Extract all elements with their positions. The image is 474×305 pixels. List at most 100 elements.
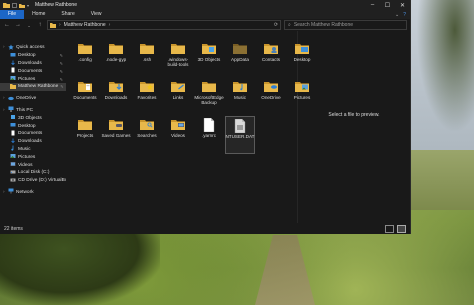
file-item[interactable]: .windows-build-tools	[163, 40, 193, 76]
file-item[interactable]: Saved Games	[101, 116, 131, 152]
nav-item[interactable]: Downloads	[0, 138, 66, 146]
file-item-label: Contacts	[261, 57, 281, 62]
nav-item[interactable]: Documents	[0, 130, 66, 138]
minimize-icon[interactable]: –	[365, 0, 380, 10]
file-explorer-window: ▾ Matthew Rathbone – ☐ ✕ File Home Share…	[0, 0, 411, 234]
back-icon[interactable]: ←	[3, 21, 11, 29]
maximize-icon[interactable]: ☐	[380, 0, 395, 10]
nav-item-label: Downloads	[18, 139, 42, 145]
wallpaper-tree	[0, 225, 160, 305]
file-item[interactable]: AppData	[225, 40, 255, 76]
file-item[interactable]: Searches	[132, 116, 162, 152]
nav-item-label: Music	[18, 146, 31, 152]
file-item-label: Saved Games	[101, 133, 131, 138]
nav-item[interactable]: › Quick access	[0, 44, 66, 52]
pictures-folder-icon	[10, 75, 16, 83]
contacts-folder-icon	[263, 42, 279, 55]
file-item[interactable]: .node-gyp	[101, 40, 131, 76]
nav-item[interactable]: 3D Objects	[0, 114, 66, 122]
file-item[interactable]: .ssh	[132, 40, 162, 76]
quick-access-toolbar: ▾	[3, 2, 29, 8]
file-item[interactable]: OneDrive	[256, 78, 286, 114]
status-bar: 22 items	[0, 223, 410, 234]
file-item[interactable]: MicrosoftEdgeBackup	[194, 78, 224, 114]
chevron-right-icon[interactable]: ›	[3, 190, 6, 195]
large-icons-view-icon[interactable]	[397, 224, 406, 233]
nav-item[interactable]: Desktop ✎	[0, 52, 66, 60]
tab-view[interactable]: View	[83, 10, 110, 19]
drive-icon	[10, 169, 16, 177]
tab-home[interactable]: Home	[24, 10, 53, 19]
file-item[interactable]: Contacts	[256, 40, 286, 76]
properties-icon[interactable]	[12, 2, 17, 8]
file-item-label: Videos	[171, 133, 185, 138]
nav-item[interactable]: Documents ✎	[0, 67, 66, 75]
chevron-right-icon[interactable]: ›	[3, 108, 6, 113]
customize-toolbar-icon[interactable]: ▾	[27, 3, 29, 8]
up-icon[interactable]: ↑	[36, 21, 44, 29]
breadcrumb-item[interactable]: Matthew Rathbone	[64, 22, 106, 28]
file-item[interactable]: Music	[225, 78, 255, 114]
desktop-folder-icon	[10, 52, 16, 60]
user-folder-icon	[10, 83, 16, 91]
chevron-right-icon[interactable]: ›	[3, 45, 6, 50]
nav-item-label: OneDrive	[16, 96, 37, 102]
nav-item[interactable]: › Network	[0, 188, 66, 197]
help-icon[interactable]: ?	[403, 12, 406, 18]
file-item[interactable]: .yarnrc	[194, 116, 224, 152]
nav-item-label: Quick access	[16, 45, 45, 51]
search-box[interactable]: ⌕ Search Matthew Rathbone	[284, 20, 407, 30]
address-row: ← → ⌄ ↑ › Matthew Rathbone › ⟳ ⌕ Search …	[0, 19, 410, 31]
details-view-icon[interactable]	[385, 224, 394, 233]
forward-icon[interactable]: →	[14, 21, 22, 29]
window-controls: – ☐ ✕	[365, 0, 410, 10]
file-item[interactable]: Documents	[70, 78, 100, 114]
searches-folder-icon	[139, 118, 155, 131]
file-item-label: Desktop	[293, 57, 311, 62]
nav-item[interactable]: Downloads ✎	[0, 60, 66, 68]
nav-item[interactable]: › This PC	[0, 106, 66, 115]
file-item[interactable]: Downloads	[101, 78, 131, 114]
nav-item[interactable]: Videos	[0, 161, 66, 169]
file-item[interactable]: .config	[70, 40, 100, 76]
grid-spacer	[318, 78, 348, 114]
nav-item[interactable]: › OneDrive	[0, 95, 66, 103]
videos-folder-icon	[170, 118, 186, 131]
nav-item[interactable]: Matthew Rathbone ✎	[0, 82, 66, 91]
chevron-right-icon[interactable]: ›	[3, 96, 6, 101]
cd-drive-icon	[10, 177, 16, 185]
window-title: Matthew Rathbone	[35, 2, 77, 8]
address-bar[interactable]: › Matthew Rathbone › ⟳	[47, 20, 281, 30]
folder-icon	[170, 42, 186, 55]
nav-item-label: Downloads	[18, 60, 42, 66]
file-item[interactable]: 3D Objects	[194, 40, 224, 76]
file-item[interactable]: Videos	[163, 116, 193, 152]
recent-locations-icon[interactable]: ⌄	[25, 21, 33, 29]
nav-item[interactable]: Local Disk (C:)	[0, 169, 66, 177]
tab-share[interactable]: Share	[53, 10, 82, 19]
refresh-icon[interactable]: ⟳	[272, 22, 280, 28]
tab-file[interactable]: File	[0, 10, 25, 19]
file-item[interactable]: Links	[163, 78, 193, 114]
folder-icon	[108, 42, 124, 55]
videos-folder-icon	[10, 161, 16, 169]
file-item-label: 3D Objects	[197, 57, 221, 62]
nav-item[interactable]: Pictures ✎	[0, 75, 66, 83]
music-folder-icon	[232, 80, 248, 93]
music-folder-icon	[10, 145, 16, 153]
expand-ribbon-icon[interactable]: ⌄	[395, 12, 399, 18]
file-item[interactable]: Projects	[70, 116, 100, 152]
file-item[interactable]: NTUSER.DAT	[225, 116, 255, 154]
file-item[interactable]: Pictures	[287, 78, 317, 114]
saved-games-folder-icon	[108, 118, 124, 131]
new-folder-icon[interactable]	[19, 3, 25, 8]
nav-item[interactable]: Music	[0, 145, 66, 154]
file-item[interactable]: Favorites	[132, 78, 162, 114]
file-item[interactable]: Desktop	[287, 40, 317, 76]
nav-item-label: Documents	[18, 68, 43, 74]
pictures-folder-icon	[294, 80, 310, 93]
nav-item[interactable]: Pictures	[0, 153, 66, 161]
nav-item[interactable]: CD Drive (D:) VirtualBox	[0, 177, 66, 185]
close-icon[interactable]: ✕	[395, 0, 410, 10]
nav-item[interactable]: Desktop	[0, 122, 66, 130]
